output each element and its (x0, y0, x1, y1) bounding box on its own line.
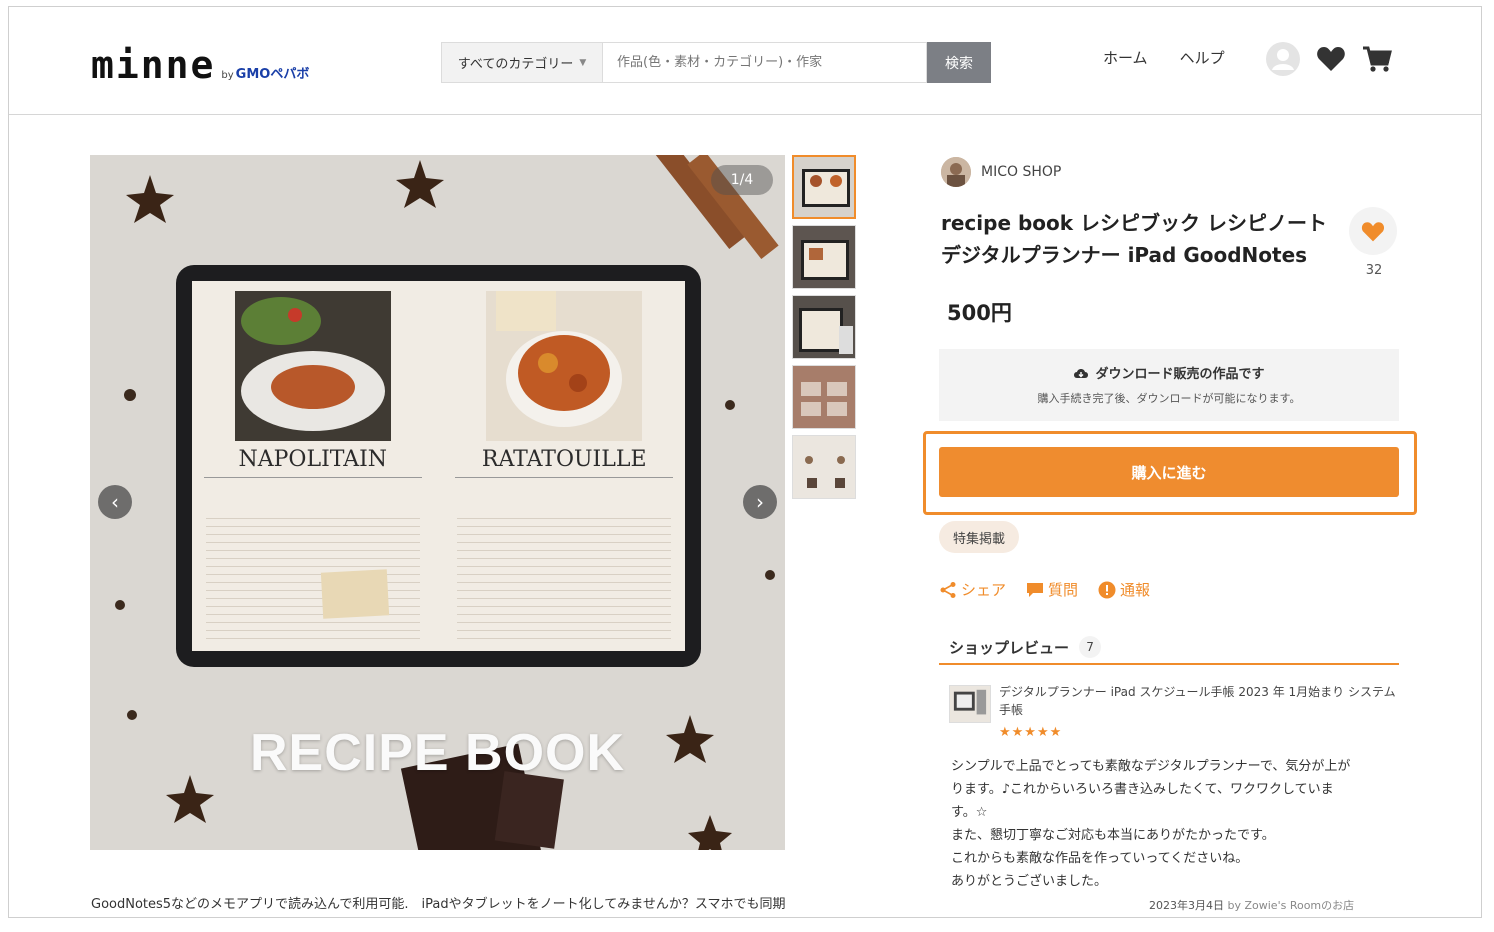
download-subtext: 購入手続き完了後、ダウンロードが可能になります。 (1037, 392, 1301, 405)
ratatouille-photo (486, 291, 643, 441)
share-button[interactable]: シェア (939, 579, 1006, 600)
divider (455, 477, 673, 478)
logo-company: GMOペパボ (235, 67, 310, 82)
cloud-download-icon (1074, 368, 1089, 378)
question-label: 質問 (1048, 581, 1079, 599)
next-image-button[interactable]: › (743, 485, 777, 519)
product-title-line2: デジタルプランナー iPad GoodNotes (941, 243, 1308, 267)
cart-icon[interactable] (1361, 43, 1393, 75)
recipe-lines (206, 511, 420, 639)
heart-icon (1361, 222, 1385, 242)
product-actions: シェア 質問 通報 (939, 579, 1150, 600)
alert-icon (1098, 581, 1116, 598)
thumbnail-image (794, 157, 854, 217)
nav-home[interactable]: ホーム (1103, 47, 1148, 68)
caret-down-icon: ▼ (579, 57, 587, 68)
chevron-right-icon: › (756, 490, 764, 514)
header-icons (1265, 41, 1393, 77)
search-input[interactable] (603, 42, 927, 83)
thumbnail-2[interactable] (792, 225, 856, 289)
shop-review-header: ショップレビュー 7 (939, 631, 1399, 665)
thumbnail-1[interactable] (792, 155, 856, 219)
report-button[interactable]: 通報 (1098, 579, 1150, 600)
thumbnail-image (793, 296, 855, 358)
nav-help[interactable]: ヘルプ (1180, 47, 1225, 68)
page-frame: minne by GMOペパボ すべてのカテゴリー ▼ 検索 ホーム ヘルプ (8, 6, 1482, 918)
sticky-note (320, 569, 390, 619)
buy-button[interactable]: 購入に進む (939, 447, 1399, 497)
review-line: ります。♪これからいろいろ書き込みしたくて、ワクワクしていま (951, 782, 1334, 797)
question-button[interactable]: 質問 (1026, 579, 1078, 600)
shop-review-label: ショップレビュー (949, 638, 1070, 657)
review-footer: 2023年3月4日 by Zowie's Roomのお店 (1149, 897, 1354, 913)
shop-review-count: 7 (1079, 636, 1102, 658)
download-title: ダウンロード販売の作品です (1095, 367, 1265, 382)
favorite-count: 32 (1365, 263, 1383, 278)
search-bar: すべてのカテゴリー ▼ 検索 (441, 42, 991, 83)
thumbnail-4[interactable] (792, 365, 856, 429)
prev-image-button[interactable]: ‹ (98, 485, 132, 519)
shop-name: MICO SHOP (981, 164, 1062, 180)
review-stars: ★★★★★ (999, 725, 1063, 740)
logo-by: by (221, 70, 234, 81)
product-title-line1: recipe book レシピブック レシピノート (941, 211, 1328, 235)
search-button[interactable]: 検索 (927, 42, 991, 83)
napolitain-photo (234, 291, 391, 441)
logo-text: minne (91, 43, 216, 87)
site-logo[interactable]: minne by GMOペパボ (91, 43, 309, 87)
feature-tag[interactable]: 特集掲載 (939, 521, 1020, 553)
site-header: minne by GMOペパボ すべてのカテゴリー ▼ 検索 ホーム ヘルプ (9, 7, 1481, 115)
tablet-screen: NAPOLITAIN RATATOUILLE (192, 281, 685, 651)
review-product-title[interactable]: デジタルプランナー iPad スケジュール手帳 2023 年 1月始まり システ… (999, 683, 1399, 719)
review-author[interactable]: by Zowie's Roomのお店 (1228, 899, 1355, 912)
shop-link[interactable]: MICO SHOP (941, 157, 1061, 187)
avatar-icon[interactable] (1265, 41, 1301, 77)
thumbnail-image (793, 436, 855, 498)
product-main-image[interactable]: NAPOLITAIN RATATOUILLE RECIPE BOOK 1/4 ‹… (90, 155, 785, 850)
favorite-button[interactable] (1349, 207, 1397, 255)
report-label: 通報 (1120, 581, 1151, 599)
download-title-row: ダウンロード販売の作品です (939, 363, 1399, 382)
recipe-lines (457, 511, 671, 639)
recipe-page-left: NAPOLITAIN (192, 281, 434, 651)
download-notice: ダウンロード販売の作品です 購入手続き完了後、ダウンロードが可能になります。 (939, 349, 1399, 421)
chevron-left-icon: ‹ (111, 490, 119, 514)
review-line: ありがとうございました。 (951, 874, 1108, 889)
heart-icon[interactable] (1315, 43, 1347, 75)
thumbnail-3[interactable] (792, 295, 856, 359)
category-select-label: すべてのカテゴリー (457, 57, 574, 72)
image-overlay-title: RECIPE BOOK (250, 724, 626, 782)
review-line: これからも素敵な作品を作っていってくださいね。 (951, 851, 1249, 866)
thumbnail-image (793, 226, 855, 288)
thumbnail-5[interactable] (792, 435, 856, 499)
thumbnail-list (792, 155, 860, 505)
thumbnail-image (793, 366, 855, 428)
review-line: す。☆ (951, 805, 988, 820)
dish-name-right: RATATOUILLE (481, 447, 647, 472)
recipe-page-right: RATATOUILLE (443, 281, 685, 651)
product-price: 500円 (947, 301, 1012, 325)
speech-bubble-icon (1027, 582, 1044, 597)
review-date: 2023年3月4日 (1149, 899, 1224, 912)
shop-avatar (941, 157, 971, 187)
header-nav: ホーム ヘルプ (1103, 47, 1225, 68)
review-product-thumbnail[interactable] (949, 685, 991, 723)
dish-name-left: NAPOLITAIN (238, 447, 388, 472)
product-title: recipe book レシピブック レシピノート デジタルプランナー iPad… (941, 207, 1341, 271)
favorite-section: 32 (1349, 207, 1399, 278)
share-icon (940, 581, 956, 598)
category-select[interactable]: すべてのカテゴリー ▼ (441, 42, 603, 83)
review-line: シンプルで上品でとっても素敵なデジタルプランナーで、気分が上が (951, 759, 1351, 774)
product-description: GoodNotes5などのメモアプリで読み込んで利用可能. iPadやタブレット… (91, 897, 786, 912)
review-body: シンプルで上品でとっても素敵なデジタルプランナーで、気分が上が ります。♪これか… (951, 755, 1399, 893)
review-line: また、懇切丁寧なご対応も本当にありがたかったです。 (951, 828, 1275, 843)
divider (204, 477, 422, 478)
tablet-mockup: NAPOLITAIN RATATOUILLE (176, 265, 701, 667)
share-label: シェア (961, 581, 1007, 599)
image-counter: 1/4 (711, 165, 773, 195)
